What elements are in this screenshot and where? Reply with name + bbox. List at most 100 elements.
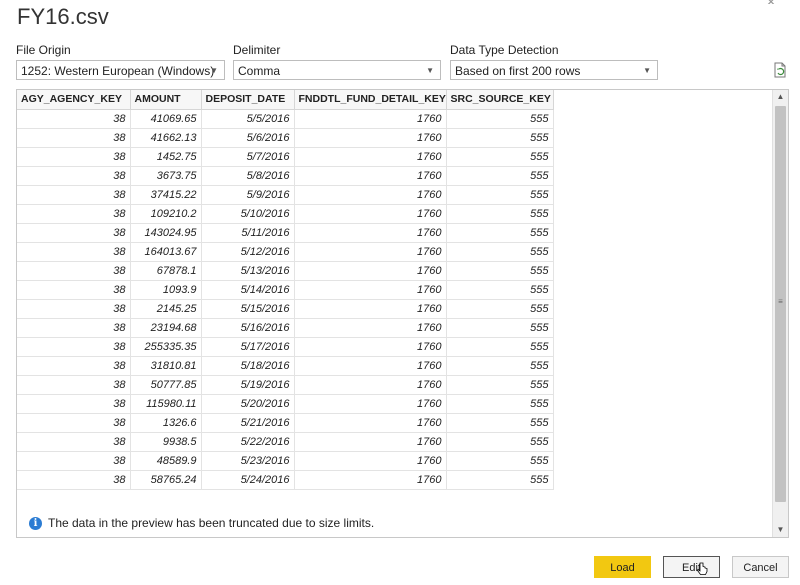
refresh-icon[interactable] (771, 61, 789, 79)
table-cell: 5/12/2016 (201, 242, 295, 262)
table-cell: 115980.11 (130, 394, 202, 414)
table-cell: 1760 (294, 375, 447, 395)
table-cell: 67878.1 (130, 261, 202, 281)
table-cell: 9938.5 (130, 432, 202, 452)
table-cell: 38 (17, 337, 131, 357)
info-icon: i (29, 516, 42, 530)
table-cell: 555 (446, 318, 554, 338)
table-cell: 1452.75 (130, 147, 202, 167)
table-cell: 2145.25 (130, 299, 202, 319)
table-cell: 555 (446, 128, 554, 148)
table-cell: 5/22/2016 (201, 432, 295, 452)
dialog-title: FY16.csv (17, 4, 109, 29)
table-cell: 5/16/2016 (201, 318, 295, 338)
table-cell: 1093.9 (130, 280, 202, 300)
column-header[interactable]: AMOUNT (130, 90, 202, 110)
table-cell: 555 (446, 185, 554, 205)
delimiter-select[interactable]: Comma ▼ (233, 60, 441, 80)
table-row: 38 23194.68 5/16/2016 1760 555 (17, 318, 554, 338)
chevron-down-icon: ▼ (426, 66, 434, 75)
table-cell: 555 (446, 242, 554, 262)
table-row: 38 1326.6 5/21/2016 1760 555 (17, 413, 554, 433)
vertical-scrollbar[interactable]: ▲ ≡ ▼ (772, 90, 788, 537)
table-cell: 1760 (294, 413, 447, 433)
table-cell: 1760 (294, 318, 447, 338)
scroll-thumb[interactable]: ≡ (775, 106, 786, 502)
file-origin-label: File Origin (16, 43, 71, 57)
table-row: 38 3673.75 5/8/2016 1760 555 (17, 166, 554, 186)
chevron-down-icon: ▼ (643, 66, 651, 75)
table-row: 38 109210.2 5/10/2016 1760 555 (17, 204, 554, 224)
table-cell: 5/7/2016 (201, 147, 295, 167)
column-header[interactable]: AGY_AGENCY_KEY (17, 90, 131, 110)
table-row: 38 115980.11 5/20/2016 1760 555 (17, 394, 554, 414)
table-cell: 38 (17, 242, 131, 262)
table-cell: 1760 (294, 470, 447, 490)
close-icon[interactable]: ✕ (766, 0, 778, 4)
preview-grid: AGY_AGENCY_KEY AMOUNT DEPOSIT_DATE FNDDTL_F… (16, 89, 789, 538)
delimiter-label: Delimiter (233, 43, 281, 57)
table-cell: 1760 (294, 451, 447, 471)
table-cell: 555 (446, 356, 554, 376)
table-cell: 5/23/2016 (201, 451, 295, 471)
table-cell: 3673.75 (130, 166, 202, 186)
table-cell: 555 (446, 109, 554, 129)
table-cell: 555 (446, 394, 554, 414)
table-cell: 5/11/2016 (201, 223, 295, 243)
table-row: 38 67878.1 5/13/2016 1760 555 (17, 261, 554, 281)
cancel-button[interactable]: Cancel (732, 556, 789, 578)
table-cell: 5/8/2016 (201, 166, 295, 186)
table-cell: 38 (17, 261, 131, 281)
edit-button[interactable]: Edit (663, 556, 720, 578)
table-cell: 5/5/2016 (201, 109, 295, 129)
table-cell: 5/6/2016 (201, 128, 295, 148)
table-cell: 5/13/2016 (201, 261, 295, 281)
table-cell: 38 (17, 185, 131, 205)
table-cell: 38 (17, 356, 131, 376)
table-cell: 5/17/2016 (201, 337, 295, 357)
table-cell: 255335.35 (130, 337, 202, 357)
table-cell: 41069.65 (130, 109, 202, 129)
table-row: 38 164013.67 5/12/2016 1760 555 (17, 242, 554, 262)
table-cell: 38 (17, 318, 131, 338)
scroll-up-icon[interactable]: ▲ (773, 90, 788, 104)
table-row: 38 255335.35 5/17/2016 1760 555 (17, 337, 554, 357)
table-cell: 109210.2 (130, 204, 202, 224)
notice-text: The data in the preview has been truncat… (48, 516, 375, 530)
table-cell: 1760 (294, 394, 447, 414)
column-header[interactable]: SRC_SOURCE_KEY (446, 90, 554, 110)
table-cell: 555 (446, 432, 554, 452)
table-cell: 48589.9 (130, 451, 202, 471)
table-cell: 5/21/2016 (201, 413, 295, 433)
load-button[interactable]: Load (594, 556, 651, 578)
detection-select[interactable]: Based on first 200 rows ▼ (450, 60, 658, 80)
table-cell: 31810.81 (130, 356, 202, 376)
file-origin-select[interactable]: 1252: Western European (Windows) ▼ (16, 60, 225, 80)
table-row: 38 1093.9 5/14/2016 1760 555 (17, 280, 554, 300)
table-cell: 41662.13 (130, 128, 202, 148)
chevron-down-icon: ▼ (210, 66, 218, 75)
table-cell: 5/19/2016 (201, 375, 295, 395)
table-row: 38 41662.13 5/6/2016 1760 555 (17, 128, 554, 148)
column-header[interactable]: FNDDTL_FUND_DETAIL_KEY (294, 90, 447, 110)
table-cell: 555 (446, 299, 554, 319)
table-cell: 555 (446, 204, 554, 224)
table-cell: 1760 (294, 261, 447, 281)
table-cell: 38 (17, 299, 131, 319)
table-cell: 38 (17, 432, 131, 452)
table-cell: 1760 (294, 204, 447, 224)
preview-table: AGY_AGENCY_KEY AMOUNT DEPOSIT_DATE FNDDTL_F… (17, 90, 554, 490)
column-header[interactable]: DEPOSIT_DATE (201, 90, 295, 110)
table-cell: 555 (446, 413, 554, 433)
table-cell: 5/10/2016 (201, 204, 295, 224)
table-cell: 38 (17, 413, 131, 433)
table-row: 38 37415.22 5/9/2016 1760 555 (17, 185, 554, 205)
table-cell: 143024.95 (130, 223, 202, 243)
table-cell: 1760 (294, 299, 447, 319)
table-cell: 37415.22 (130, 185, 202, 205)
table-cell: 555 (446, 470, 554, 490)
table-cell: 1326.6 (130, 413, 202, 433)
table-row: 38 48589.9 5/23/2016 1760 555 (17, 451, 554, 471)
table-cell: 1760 (294, 223, 447, 243)
scroll-down-icon[interactable]: ▼ (773, 523, 788, 537)
